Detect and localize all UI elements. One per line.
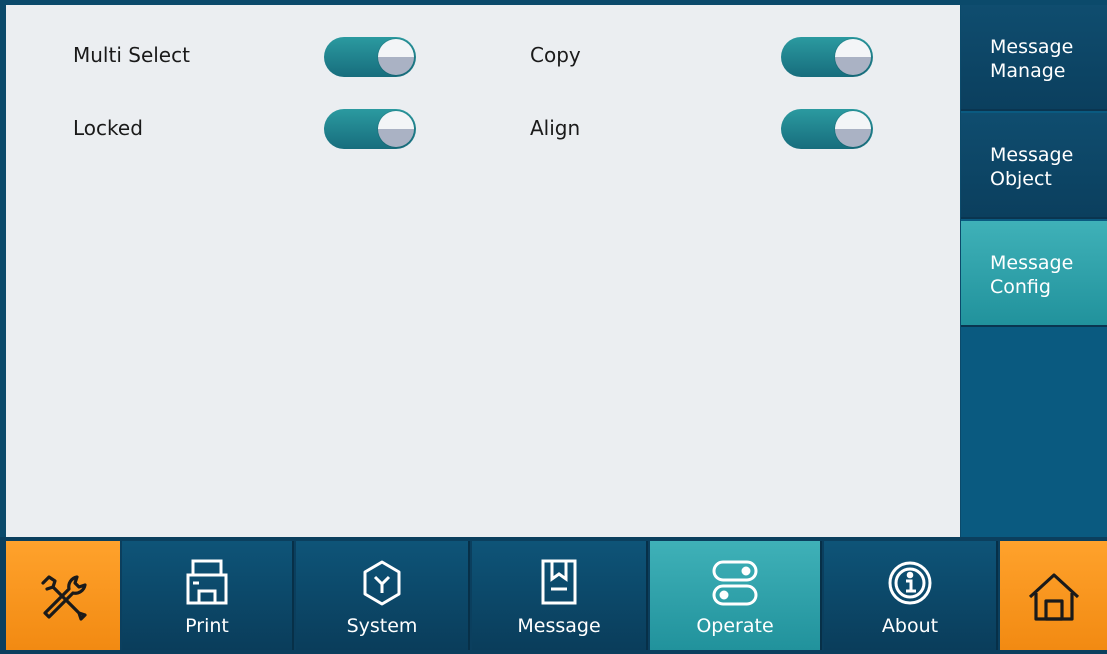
toggle-knob [378,39,414,75]
config-panel: Multi Select Copy Locked Align [6,5,960,537]
toggle-knob [835,111,871,147]
nav-label: Operate [696,615,774,637]
tab-label: Message Object [990,144,1074,190]
tab-message-manage[interactable]: Message Manage [961,5,1107,111]
tab-message-object[interactable]: Message Object [961,113,1107,219]
message-icon [541,559,577,605]
align-toggle[interactable] [781,109,873,149]
home-icon [1028,573,1079,621]
tab-message-config[interactable]: Message Config [961,221,1107,327]
system-icon [363,560,401,606]
toggle-knob [378,111,414,147]
toggle-knob [835,39,871,75]
locked-toggle[interactable] [324,109,416,149]
nav-label: Print [185,615,229,637]
tools-icon [41,575,87,621]
tools-button[interactable] [6,541,120,650]
nav-label: About [881,615,939,637]
nav-about[interactable]: About [824,541,998,650]
tab-label: Message Config [990,252,1074,298]
nav-operate[interactable]: Operate [650,541,822,650]
option-label-align: Align [530,116,581,140]
app-screen: Multi Select Copy Locked Align Message M… [0,0,1107,654]
nav-label: Message [517,615,601,637]
option-label-multi-select: Multi Select [73,43,190,67]
bottom-nav: Print System Message Operate About [0,537,1107,654]
home-button[interactable] [1000,541,1107,650]
info-icon [888,561,932,605]
copy-toggle[interactable] [781,37,873,77]
nav-label: System [346,615,418,637]
multi-select-toggle[interactable] [324,37,416,77]
tab-label: Message Manage [990,36,1074,82]
printer-icon [186,559,228,605]
nav-print[interactable]: Print [122,541,294,650]
side-tab-bar: Message Manage Message Object Message Co… [961,5,1107,537]
nav-system[interactable]: System [296,541,470,650]
operate-icon [712,560,758,606]
nav-message[interactable]: Message [472,541,648,650]
option-label-locked: Locked [73,116,143,140]
option-label-copy: Copy [530,43,581,67]
